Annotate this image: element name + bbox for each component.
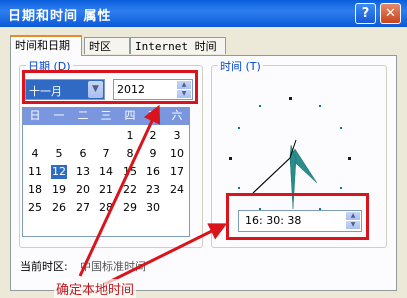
calendar-day[interactable]: 3 (165, 129, 189, 143)
highlight-time (226, 193, 369, 240)
calendar-day[interactable]: 20 (71, 183, 95, 197)
calendar-day[interactable]: 16 (141, 165, 165, 179)
calendar-day[interactable]: 8 (118, 147, 142, 161)
calendar-day[interactable]: 18 (23, 183, 47, 197)
title-bar: 日期和时间 属性 ? ✕ (0, 0, 407, 27)
second-hand (252, 157, 291, 194)
calendar-day[interactable]: 4 (23, 147, 47, 161)
weekday-label: 二 (77, 109, 89, 122)
calendar-day[interactable]: 19 (47, 183, 71, 197)
calendar-day[interactable]: 22 (118, 183, 142, 197)
weekday-label: 一 (53, 109, 65, 122)
timezone-label: 当前时区: (20, 260, 68, 273)
calendar-day[interactable]: 21 (94, 183, 118, 197)
calendar-day[interactable]: 2 (141, 129, 165, 143)
timezone-value: 中国标准时间 (80, 260, 146, 273)
weekday-label: 日 (29, 109, 41, 122)
calendar-day[interactable]: 24 (165, 183, 189, 197)
tab-internet-time[interactable]: Internet 时间 (130, 37, 226, 54)
close-button[interactable]: ✕ (380, 3, 401, 24)
calendar-day[interactable]: 26 (47, 201, 71, 215)
calendar-day[interactable]: 11 (23, 165, 47, 179)
calendar-day[interactable]: 1 (118, 129, 142, 143)
help-button[interactable]: ? (355, 3, 376, 24)
calendar-day[interactable]: 9 (141, 147, 165, 161)
calendar-day[interactable]: 27 (71, 201, 95, 215)
calendar[interactable]: 日 一 二 三 四 五 六 1 2 3 4 5 6 7 8 9 10 11 12… (22, 107, 190, 237)
calendar-day[interactable]: 5 (47, 147, 71, 161)
calendar-day[interactable]: 14 (94, 165, 118, 179)
dialog-body: 时间和日期 时区 Internet 时间 日期 (D) 时间 (T) 十一月 ▼… (0, 27, 407, 298)
calendar-day[interactable]: 23 (141, 183, 165, 197)
calendar-header: 日 一 二 三 四 五 六 (23, 108, 189, 125)
tab-date-time[interactable]: 时间和日期 (10, 35, 82, 56)
calendar-day[interactable]: 7 (94, 147, 118, 161)
weekday-label: 六 (171, 109, 183, 122)
calendar-day-selected[interactable]: 12 (51, 165, 67, 179)
tab-timezone[interactable]: 时区 (84, 37, 130, 54)
annotation-label: 确定本地时间 (54, 279, 137, 298)
calendar-day[interactable]: 10 (165, 147, 189, 161)
calendar-day[interactable]: 15 (118, 165, 142, 179)
weekday-label: 四 (124, 109, 136, 122)
time-group-label: 时间 (T) (218, 58, 263, 74)
calendar-day[interactable]: 28 (94, 201, 118, 215)
weekday-label: 三 (100, 109, 112, 122)
window-title: 日期和时间 属性 (8, 9, 112, 24)
calendar-day[interactable]: 25 (23, 201, 47, 215)
calendar-day[interactable]: 29 (118, 201, 142, 215)
highlight-date (22, 70, 198, 104)
calendar-day[interactable]: 13 (71, 165, 95, 179)
calendar-day[interactable]: 17 (165, 165, 189, 179)
calendar-day[interactable]: 6 (71, 147, 95, 161)
weekday-label: 五 (147, 109, 159, 122)
calendar-day[interactable]: 30 (141, 201, 165, 215)
